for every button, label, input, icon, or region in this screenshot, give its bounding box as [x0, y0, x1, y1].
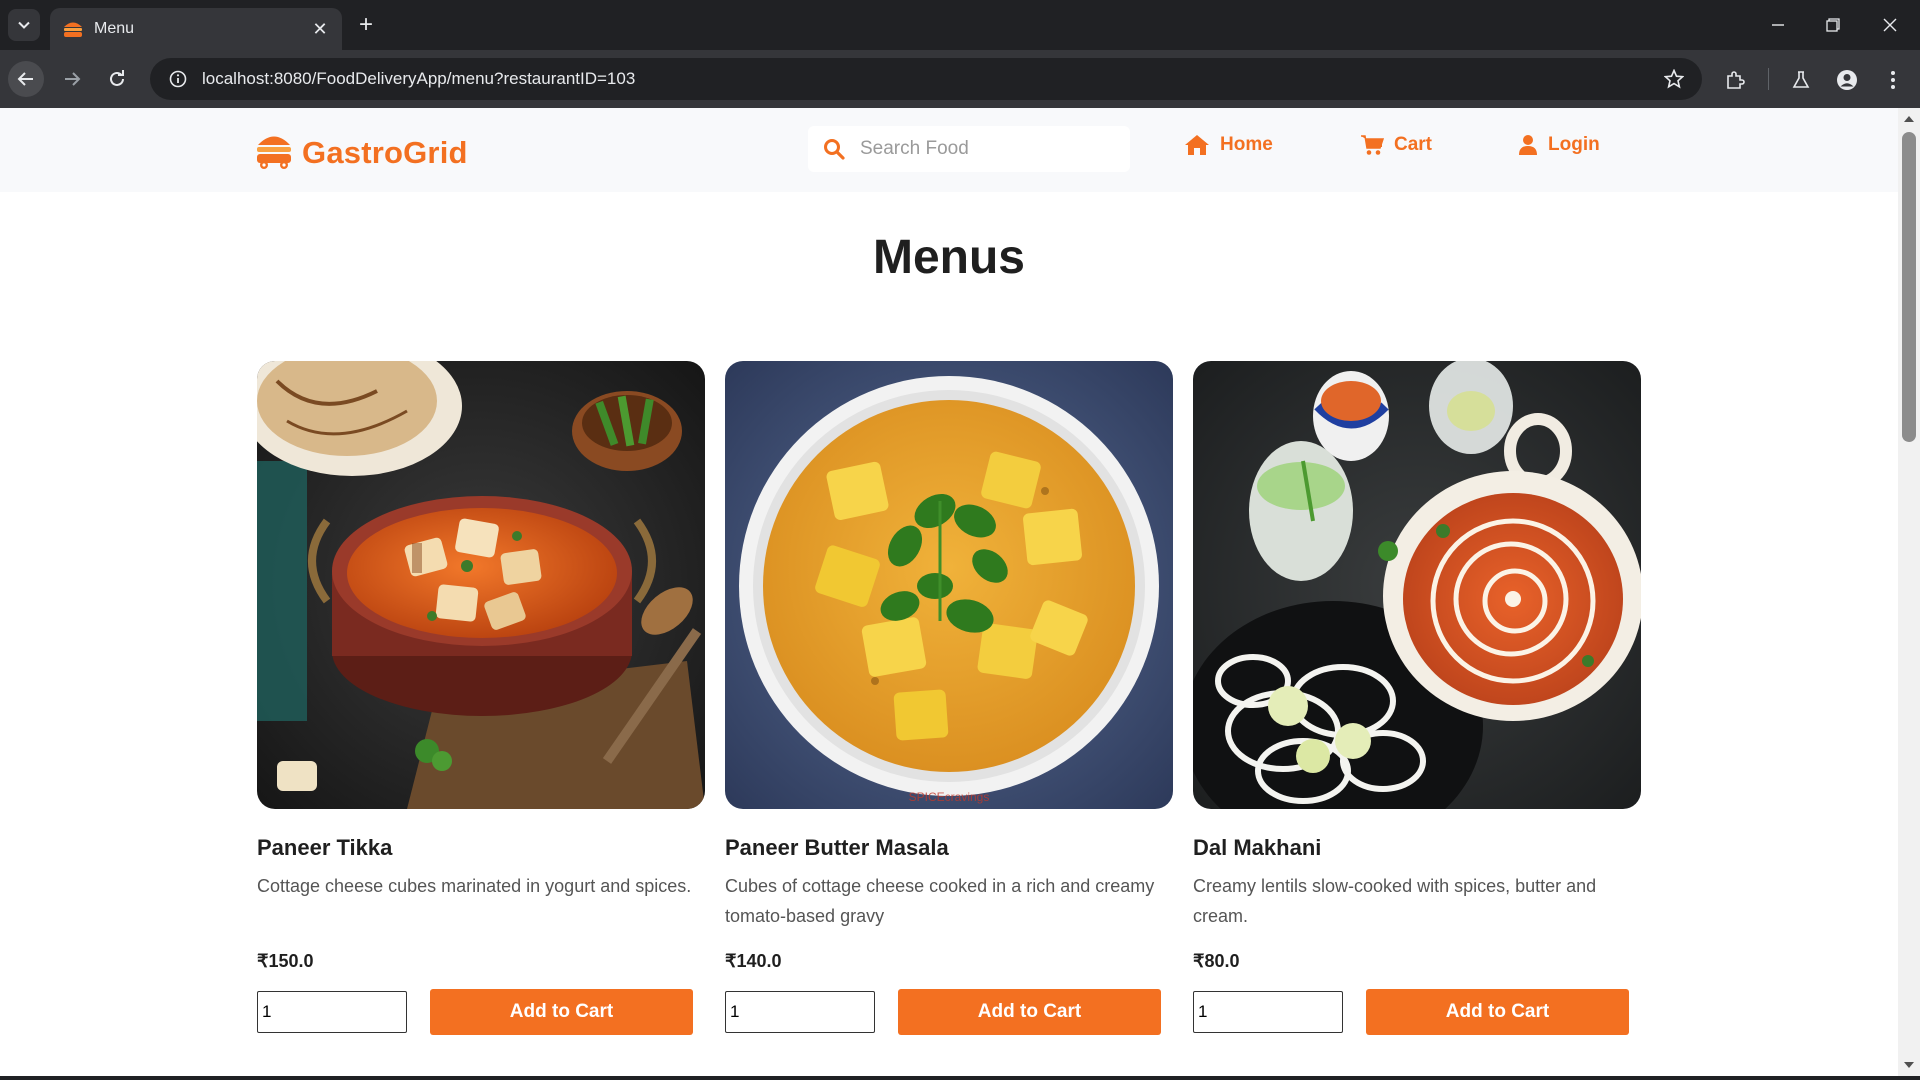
search-input[interactable] [860, 138, 1110, 160]
profile-icon[interactable] [1832, 65, 1862, 95]
food-image-paneer-butter-masala: SPICEcravings [725, 361, 1173, 809]
item-name: Paneer Tikka [257, 835, 393, 860]
search-bar[interactable] [808, 126, 1130, 172]
add-to-cart-button[interactable]: Add to Cart [430, 989, 693, 1035]
nav-home-label: Home [1220, 134, 1273, 155]
home-icon [1184, 134, 1210, 156]
brand-name: GastroGrid [302, 134, 468, 170]
tab-list-button[interactable] [8, 9, 40, 41]
more-menu-icon[interactable] [1878, 65, 1908, 95]
menu-card-dal-makhani: Dal Makhani Creamy lentils slow-cooked w… [1193, 361, 1641, 1035]
burger-logo-icon [256, 130, 292, 175]
scroll-down-arrow-icon[interactable] [1898, 1056, 1920, 1074]
user-icon [1518, 134, 1538, 156]
add-to-cart-button[interactable]: Add to Cart [1366, 989, 1629, 1035]
browser-tab-active[interactable]: Menu ✕ [50, 8, 342, 50]
menu-card-paneer-tikka: Paneer Tikka Cottage cheese cubes marina… [257, 361, 705, 1035]
image-watermark: SPICEcravings [909, 790, 990, 804]
item-actions: Add to Cart [1193, 989, 1641, 1035]
chevron-down-icon [18, 21, 30, 29]
restore-icon[interactable] [1813, 10, 1853, 40]
item-name: Paneer Butter Masala [725, 835, 949, 860]
forward-arrow-icon[interactable] [54, 61, 90, 97]
quantity-input[interactable] [725, 991, 875, 1033]
back-arrow-icon[interactable] [8, 61, 44, 97]
burger-favicon-icon [62, 18, 84, 40]
item-actions: Add to Cart [257, 989, 705, 1035]
item-description: Cottage cheese cubes marinated in yogurt… [257, 876, 692, 896]
food-image-paneer-tikka [257, 361, 705, 809]
tab-close-icon[interactable]: ✕ [308, 19, 332, 40]
vertical-scrollbar[interactable] [1898, 108, 1920, 1076]
nav-login-label: Login [1548, 134, 1600, 155]
minimize-icon[interactable] [1758, 10, 1798, 40]
new-tab-button[interactable]: + [352, 12, 380, 40]
site-info-icon[interactable] [158, 70, 198, 88]
url-text: localhost:8080/FoodDeliveryApp/menu?rest… [202, 69, 636, 88]
window-bottom-edge [0, 1076, 1920, 1080]
item-price: ₹140.0 [725, 951, 782, 971]
nav-cart[interactable]: Cart [1360, 134, 1432, 156]
browser-tab-strip: Menu ✕ + [0, 0, 1920, 50]
site-header: GastroGrid Home Cart Login [0, 108, 1898, 192]
food-image-dal-makhani [1193, 361, 1641, 809]
reload-icon[interactable] [99, 61, 135, 97]
cart-icon [1360, 134, 1384, 156]
add-to-cart-button[interactable]: Add to Cart [898, 989, 1161, 1035]
star-icon[interactable] [1654, 69, 1694, 89]
page-title: Menus [872, 231, 1025, 284]
page-viewport: GastroGrid Home Cart Login Men [0, 108, 1898, 1076]
quantity-input[interactable] [257, 991, 407, 1033]
scroll-up-arrow-icon[interactable] [1898, 110, 1920, 128]
tab-title: Menu [94, 20, 135, 37]
toolbar-separator [1768, 68, 1769, 90]
search-icon [808, 138, 860, 160]
item-price: ₹150.0 [257, 951, 314, 971]
address-bar[interactable]: localhost:8080/FoodDeliveryApp/menu?rest… [150, 58, 1702, 100]
nav-cart-label: Cart [1394, 134, 1433, 155]
item-actions: Add to Cart [725, 989, 1173, 1035]
scrollbar-thumb[interactable] [1902, 132, 1916, 442]
extensions-icon[interactable] [1720, 65, 1750, 95]
brand-logo[interactable]: GastroGrid [256, 130, 468, 175]
quantity-input[interactable] [1193, 991, 1343, 1033]
close-window-icon[interactable] [1870, 10, 1910, 40]
nav-login[interactable]: Login [1518, 134, 1600, 156]
labs-flask-icon[interactable] [1786, 65, 1816, 95]
nav-home[interactable]: Home [1184, 134, 1273, 156]
item-name: Dal Makhani [1193, 835, 1322, 860]
item-description: Cubes of cottage cheese cooked in a rich… [725, 876, 1155, 926]
menu-card-paneer-butter-masala: SPICEcravings Paneer Butter Masala Cubes… [725, 361, 1173, 1035]
browser-toolbar: localhost:8080/FoodDeliveryApp/menu?rest… [0, 50, 1920, 108]
item-price: ₹80.0 [1193, 951, 1240, 971]
item-description: Creamy lentils slow-cooked with spices, … [1193, 876, 1597, 926]
